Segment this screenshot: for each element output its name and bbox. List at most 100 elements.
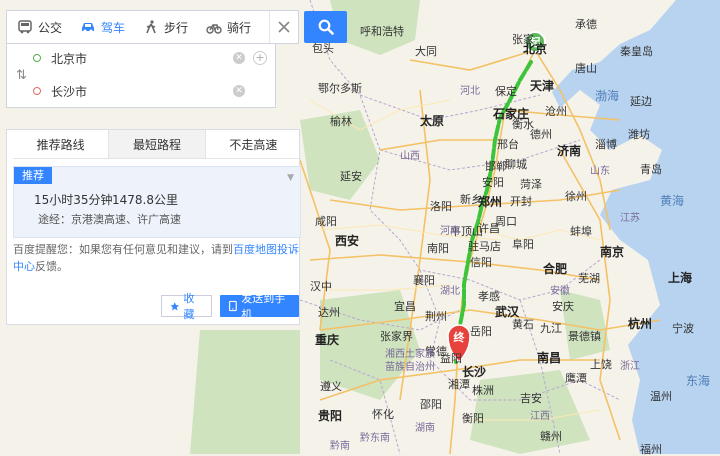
- map-label-jinan: 济南: [557, 144, 582, 158]
- map-label-dazhou: 达州: [318, 306, 340, 319]
- phone-icon: [229, 300, 238, 312]
- map-label-zibo: 淄博: [595, 138, 617, 151]
- map-label-yingtan: 鹰潭: [565, 372, 587, 385]
- add-waypoint-icon[interactable]: +: [253, 51, 267, 65]
- map-label-huaihua: 怀化: [372, 408, 394, 421]
- map-label-yulin: 榆林: [330, 115, 352, 128]
- map-label-yichang: 宜昌: [394, 300, 416, 313]
- route-result-panel: 推荐路线 最短路程 不走高速 推荐 ▼ 15小时35分钟 1478.8公里 途经…: [6, 129, 301, 325]
- map-label-tangshan: 唐山: [575, 62, 597, 75]
- map-label-xian: 西安: [335, 234, 360, 248]
- map-label-jiujiang: 九江: [540, 322, 562, 335]
- map-label-ordos: 鄂尔多斯: [318, 82, 362, 95]
- map-label-weifang: 潍坊: [628, 128, 650, 141]
- map-label-xiaogan: 孝感: [478, 290, 500, 303]
- send-to-phone-button[interactable]: 发送到手机: [220, 292, 299, 321]
- map-label-kaifeng: 开封: [510, 195, 532, 208]
- tab-shortest[interactable]: 最短路程: [109, 130, 206, 158]
- svg-text:终: 终: [454, 330, 466, 344]
- tab-bike[interactable]: 骑行: [196, 11, 259, 43]
- destination-dot-icon: [33, 87, 41, 95]
- map-label-xiangyang: 襄阳: [413, 274, 435, 287]
- close-button[interactable]: [269, 11, 298, 43]
- map-label-hengyang: 衡阳: [462, 412, 484, 425]
- map-label-nanchang: 南昌: [537, 351, 562, 365]
- map-label-qiannan: 黔南: [330, 441, 350, 452]
- bike-icon: [206, 24, 222, 34]
- swap-icon[interactable]: ⇅: [16, 68, 27, 83]
- route-strategy-tabs: 推荐路线 最短路程 不走高速: [13, 130, 301, 159]
- tab-walk-label: 步行: [164, 20, 189, 35]
- map-label-qingdao: 青岛: [640, 163, 662, 176]
- map-label-anyang: 安阳: [482, 176, 504, 189]
- map-label-anqing: 安庆: [552, 300, 574, 313]
- map-label-fuyang: 阜阳: [512, 238, 534, 251]
- tab-bus[interactable]: 公交: [7, 11, 70, 43]
- clear-origin-icon[interactable]: ✕: [233, 52, 245, 64]
- destination-field[interactable]: 长沙市 ✕: [33, 77, 273, 105]
- plan-actions: 收藏 发送到手机: [161, 292, 299, 321]
- map-label-chongqing: 重庆: [315, 333, 340, 347]
- tip-prefix: 百度提醒您：如果您有任何意见和建议，请到: [13, 243, 233, 256]
- map-label-ningbo: 宁波: [672, 322, 694, 335]
- map-label-xiangxi2: 苗族自治州: [385, 362, 435, 373]
- plan-distance: 1478.8公里: [112, 193, 178, 207]
- map-label-xianyang: 咸阳: [315, 215, 337, 228]
- map-label-qinhuangdao: 秦皇岛: [620, 45, 653, 58]
- tab-recommended[interactable]: 推荐路线: [13, 130, 110, 158]
- bus-icon: [18, 20, 32, 34]
- tab-walk[interactable]: 步行: [133, 11, 196, 43]
- route-input-box: ⇅ 北京市 ✕ + 长沙市 ✕: [6, 44, 276, 108]
- tab-no-highway[interactable]: 不走高速: [206, 130, 301, 158]
- map-label-xuzhou: 徐州: [565, 190, 587, 203]
- search-button[interactable]: [304, 11, 347, 43]
- clear-destination-icon[interactable]: ✕: [233, 85, 245, 97]
- favorite-button[interactable]: 收藏: [161, 292, 213, 321]
- feedback-tip: 百度提醒您：如果您有任何意见和建议，请到百度地图投诉中心反馈。: [13, 241, 301, 275]
- map-label-baotou: 包头: [312, 42, 334, 55]
- map-label-shandong: 山东: [590, 166, 610, 177]
- map-label-chengde: 承德: [575, 18, 597, 31]
- map-label-donghai: 东海: [686, 374, 711, 388]
- map-label-nanjing: 南京: [600, 245, 625, 259]
- map-label-zhuzhou: 株洲: [472, 384, 494, 397]
- map-label-hohhot: 呼和浩特: [360, 25, 404, 38]
- send-to-phone-label: 发送到手机: [241, 292, 286, 321]
- map-label-tianjin: 天津: [530, 79, 555, 93]
- origin-field[interactable]: 北京市 ✕ +: [33, 44, 273, 72]
- car-icon: [82, 23, 95, 33]
- tab-bus-label: 公交: [38, 20, 63, 35]
- plan-via: 途经：京港澳高速、许广高速: [38, 213, 181, 226]
- map-label-xingtai: 邢台: [497, 138, 519, 151]
- map-label-shanxi: 山西: [400, 151, 420, 162]
- map-label-liaocheng: 聊城: [505, 158, 527, 171]
- map-label-luoyang: 洛阳: [430, 200, 452, 213]
- map-label-hefei: 合肥: [543, 262, 568, 276]
- map-label-shanghai: 上海: [668, 271, 693, 285]
- map-label-shangrao: 上饶: [590, 358, 612, 371]
- plan-duration: 15小时35分钟: [34, 193, 113, 207]
- map-label-guiyang: 贵阳: [318, 409, 343, 423]
- map-label-huanghai: 黄海: [660, 194, 685, 208]
- map-label-datong: 大同: [415, 45, 437, 58]
- tip-suffix: 反馈。: [35, 260, 68, 273]
- tab-bike-label: 骑行: [227, 20, 252, 35]
- origin-dot-icon: [33, 54, 41, 62]
- origin-value: 北京市: [51, 51, 88, 66]
- map-label-bengbu: 蚌埠: [570, 225, 592, 238]
- map-label-hangzhou: 杭州: [628, 317, 653, 331]
- map-label-zunyi: 遵义: [320, 380, 342, 393]
- map-label-bohai: 渤海: [595, 89, 620, 103]
- map-label-henan: 河南: [440, 226, 460, 237]
- map-label-zhangjiakou: 张家: [512, 33, 534, 46]
- map-label-handan: 邯郸: [485, 160, 507, 173]
- tab-drive[interactable]: 驾车: [70, 11, 133, 43]
- route-plan-card[interactable]: 推荐 ▼ 15小时35分钟 1478.8公里 途经：京港澳高速、许广高速: [13, 166, 301, 238]
- map-label-taiyuan: 太原: [420, 114, 445, 128]
- map-label-yanbian: 延边: [630, 95, 652, 108]
- map-label-zhengzhou: 郑州: [478, 195, 503, 209]
- map-label-anhui: 安徽: [550, 286, 570, 297]
- map-label-wenzhou: 温州: [650, 390, 672, 403]
- map-label-zhumadian: 驻马店: [468, 240, 501, 253]
- map-label-xiangxi: 湘西土家族: [385, 349, 435, 360]
